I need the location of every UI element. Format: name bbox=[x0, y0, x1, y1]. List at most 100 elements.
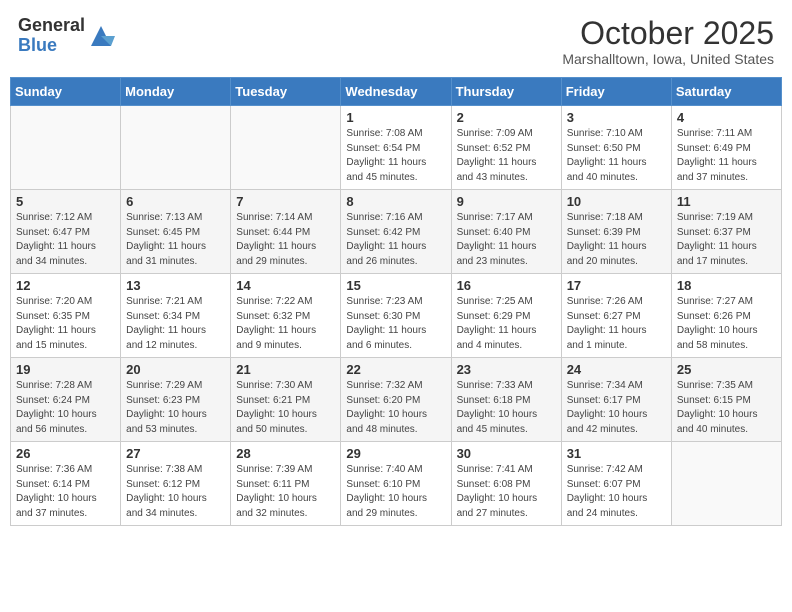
calendar-cell bbox=[121, 106, 231, 190]
calendar-cell: 20 Sunrise: 7:29 AMSunset: 6:23 PMDayligh… bbox=[121, 358, 231, 442]
day-number: 25 bbox=[677, 362, 776, 377]
calendar-cell: 21 Sunrise: 7:30 AMSunset: 6:21 PMDayligh… bbox=[231, 358, 341, 442]
day-number: 5 bbox=[16, 194, 115, 209]
logo-blue-text: Blue bbox=[18, 36, 85, 56]
calendar-cell: 9 Sunrise: 7:17 AMSunset: 6:40 PMDaylight… bbox=[451, 190, 561, 274]
day-info: Sunrise: 7:41 AMSunset: 6:08 PMDaylight:… bbox=[457, 463, 556, 521]
day-number: 27 bbox=[126, 446, 225, 461]
calendar-week-row: 26 Sunrise: 7:36 AMSunset: 6:14 PMDayligh… bbox=[11, 442, 782, 526]
calendar-week-row: 1 Sunrise: 7:08 AMSunset: 6:54 PMDaylight… bbox=[11, 106, 782, 190]
day-number: 9 bbox=[457, 194, 556, 209]
calendar-cell: 13 Sunrise: 7:21 AMSunset: 6:34 PMDayligh… bbox=[121, 274, 231, 358]
day-info: Sunrise: 7:12 AMSunset: 6:47 PMDaylight:… bbox=[16, 211, 115, 269]
day-info: Sunrise: 7:11 AMSunset: 6:49 PMDaylight:… bbox=[677, 127, 776, 185]
calendar-cell: 25 Sunrise: 7:35 AMSunset: 6:15 PMDayligh… bbox=[671, 358, 781, 442]
calendar-week-row: 12 Sunrise: 7:20 AMSunset: 6:35 PMDayligh… bbox=[11, 274, 782, 358]
day-info: Sunrise: 7:08 AMSunset: 6:54 PMDaylight:… bbox=[346, 127, 445, 185]
day-info: Sunrise: 7:34 AMSunset: 6:17 PMDaylight:… bbox=[567, 379, 666, 437]
calendar-cell: 30Sunrise: 7:41 AMSunset: 6:08 PMDayligh… bbox=[451, 442, 561, 526]
day-info: Sunrise: 7:17 AMSunset: 6:40 PMDaylight:… bbox=[457, 211, 556, 269]
calendar-cell: 31 Sunrise: 7:42 AMSunset: 6:07 PMDayligh… bbox=[561, 442, 671, 526]
calendar-cell: 22Sunrise: 7:32 AMSunset: 6:20 PMDayligh… bbox=[341, 358, 451, 442]
day-number: 18 bbox=[677, 278, 776, 293]
day-number: 2 bbox=[457, 110, 556, 125]
day-info: Sunrise: 7:36 AMSunset: 6:14 PMDaylight:… bbox=[16, 463, 115, 521]
day-info: Sunrise: 7:21 AMSunset: 6:34 PMDaylight:… bbox=[126, 295, 225, 353]
day-info: Sunrise: 7:40 AMSunset: 6:10 PMDaylight:… bbox=[346, 463, 445, 521]
calendar-cell: 12 Sunrise: 7:20 AMSunset: 6:35 PMDayligh… bbox=[11, 274, 121, 358]
day-number: 17 bbox=[567, 278, 666, 293]
day-info: Sunrise: 7:29 AMSunset: 6:23 PMDaylight:… bbox=[126, 379, 225, 437]
day-number: 21 bbox=[236, 362, 335, 377]
calendar-cell: 4 Sunrise: 7:11 AMSunset: 6:49 PMDaylight… bbox=[671, 106, 781, 190]
page-header: General Blue October 2025 Marshalltown, … bbox=[10, 10, 782, 69]
day-number: 12 bbox=[16, 278, 115, 293]
calendar-cell: 5 Sunrise: 7:12 AMSunset: 6:47 PMDaylight… bbox=[11, 190, 121, 274]
day-info: Sunrise: 7:18 AMSunset: 6:39 PMDaylight:… bbox=[567, 211, 666, 269]
day-number: 22 bbox=[346, 362, 445, 377]
day-number: 20 bbox=[126, 362, 225, 377]
weekday-header-friday: Friday bbox=[561, 78, 671, 106]
day-info: Sunrise: 7:39 AMSunset: 6:11 PMDaylight:… bbox=[236, 463, 335, 521]
weekday-header-thursday: Thursday bbox=[451, 78, 561, 106]
weekday-header-monday: Monday bbox=[121, 78, 231, 106]
calendar-cell: 23Sunrise: 7:33 AMSunset: 6:18 PMDayligh… bbox=[451, 358, 561, 442]
calendar-cell: 8 Sunrise: 7:16 AMSunset: 6:42 PMDaylight… bbox=[341, 190, 451, 274]
calendar-cell: 2 Sunrise: 7:09 AMSunset: 6:52 PMDaylight… bbox=[451, 106, 561, 190]
day-number: 11 bbox=[677, 194, 776, 209]
calendar-table: SundayMondayTuesdayWednesdayThursdayFrid… bbox=[10, 77, 782, 526]
day-info: Sunrise: 7:22 AMSunset: 6:32 PMDaylight:… bbox=[236, 295, 335, 353]
day-number: 1 bbox=[346, 110, 445, 125]
day-info: Sunrise: 7:28 AMSunset: 6:24 PMDaylight:… bbox=[16, 379, 115, 437]
location-text: Marshalltown, Iowa, United States bbox=[562, 51, 774, 67]
day-info: Sunrise: 7:23 AMSunset: 6:30 PMDaylight:… bbox=[346, 295, 445, 353]
day-info: Sunrise: 7:27 AMSunset: 6:26 PMDaylight:… bbox=[677, 295, 776, 353]
logo: General Blue bbox=[18, 16, 115, 56]
calendar-cell: 27Sunrise: 7:38 AMSunset: 6:12 PMDayligh… bbox=[121, 442, 231, 526]
day-number: 15 bbox=[346, 278, 445, 293]
calendar-cell: 10Sunrise: 7:18 AMSunset: 6:39 PMDayligh… bbox=[561, 190, 671, 274]
calendar-cell: 14Sunrise: 7:22 AMSunset: 6:32 PMDayligh… bbox=[231, 274, 341, 358]
day-number: 26 bbox=[16, 446, 115, 461]
calendar-cell: 16Sunrise: 7:25 AMSunset: 6:29 PMDayligh… bbox=[451, 274, 561, 358]
day-number: 4 bbox=[677, 110, 776, 125]
calendar-cell: 18 Sunrise: 7:27 AMSunset: 6:26 PMDayligh… bbox=[671, 274, 781, 358]
weekday-header-tuesday: Tuesday bbox=[231, 78, 341, 106]
day-number: 28 bbox=[236, 446, 335, 461]
day-number: 31 bbox=[567, 446, 666, 461]
calendar-cell: 17Sunrise: 7:26 AMSunset: 6:27 PMDayligh… bbox=[561, 274, 671, 358]
day-info: Sunrise: 7:09 AMSunset: 6:52 PMDaylight:… bbox=[457, 127, 556, 185]
day-number: 6 bbox=[126, 194, 225, 209]
calendar-cell: 24Sunrise: 7:34 AMSunset: 6:17 PMDayligh… bbox=[561, 358, 671, 442]
month-title: October 2025 bbox=[562, 16, 774, 51]
logo-general-text: General bbox=[18, 16, 85, 36]
weekday-header-saturday: Saturday bbox=[671, 78, 781, 106]
calendar-cell: 7Sunrise: 7:14 AMSunset: 6:44 PMDaylight… bbox=[231, 190, 341, 274]
calendar-cell bbox=[11, 106, 121, 190]
day-info: Sunrise: 7:42 AMSunset: 6:07 PMDaylight:… bbox=[567, 463, 666, 521]
calendar-cell: 19 Sunrise: 7:28 AMSunset: 6:24 PMDayligh… bbox=[11, 358, 121, 442]
day-info: Sunrise: 7:35 AMSunset: 6:15 PMDaylight:… bbox=[677, 379, 776, 437]
calendar-week-row: 5 Sunrise: 7:12 AMSunset: 6:47 PMDaylight… bbox=[11, 190, 782, 274]
weekday-header-wednesday: Wednesday bbox=[341, 78, 451, 106]
day-info: Sunrise: 7:16 AMSunset: 6:42 PMDaylight:… bbox=[346, 211, 445, 269]
day-number: 13 bbox=[126, 278, 225, 293]
day-number: 8 bbox=[346, 194, 445, 209]
day-info: Sunrise: 7:19 AMSunset: 6:37 PMDaylight:… bbox=[677, 211, 776, 269]
day-info: Sunrise: 7:33 AMSunset: 6:18 PMDaylight:… bbox=[457, 379, 556, 437]
calendar-cell: 15 Sunrise: 7:23 AMSunset: 6:30 PMDayligh… bbox=[341, 274, 451, 358]
calendar-cell: 6Sunrise: 7:13 AMSunset: 6:45 PMDaylight… bbox=[121, 190, 231, 274]
calendar-cell: 29Sunrise: 7:40 AMSunset: 6:10 PMDayligh… bbox=[341, 442, 451, 526]
day-info: Sunrise: 7:30 AMSunset: 6:21 PMDaylight:… bbox=[236, 379, 335, 437]
calendar-cell: 3Sunrise: 7:10 AMSunset: 6:50 PMDaylight… bbox=[561, 106, 671, 190]
day-info: Sunrise: 7:20 AMSunset: 6:35 PMDaylight:… bbox=[16, 295, 115, 353]
day-info: Sunrise: 7:25 AMSunset: 6:29 PMDaylight:… bbox=[457, 295, 556, 353]
calendar-cell: 28 Sunrise: 7:39 AMSunset: 6:11 PMDayligh… bbox=[231, 442, 341, 526]
logo-icon bbox=[87, 22, 115, 50]
calendar-week-row: 19 Sunrise: 7:28 AMSunset: 6:24 PMDayligh… bbox=[11, 358, 782, 442]
weekday-header-sunday: Sunday bbox=[11, 78, 121, 106]
title-block: October 2025 Marshalltown, Iowa, United … bbox=[562, 16, 774, 67]
weekday-header-row: SundayMondayTuesdayWednesdayThursdayFrid… bbox=[11, 78, 782, 106]
calendar-cell: 1 Sunrise: 7:08 AMSunset: 6:54 PMDaylight… bbox=[341, 106, 451, 190]
day-number: 19 bbox=[16, 362, 115, 377]
